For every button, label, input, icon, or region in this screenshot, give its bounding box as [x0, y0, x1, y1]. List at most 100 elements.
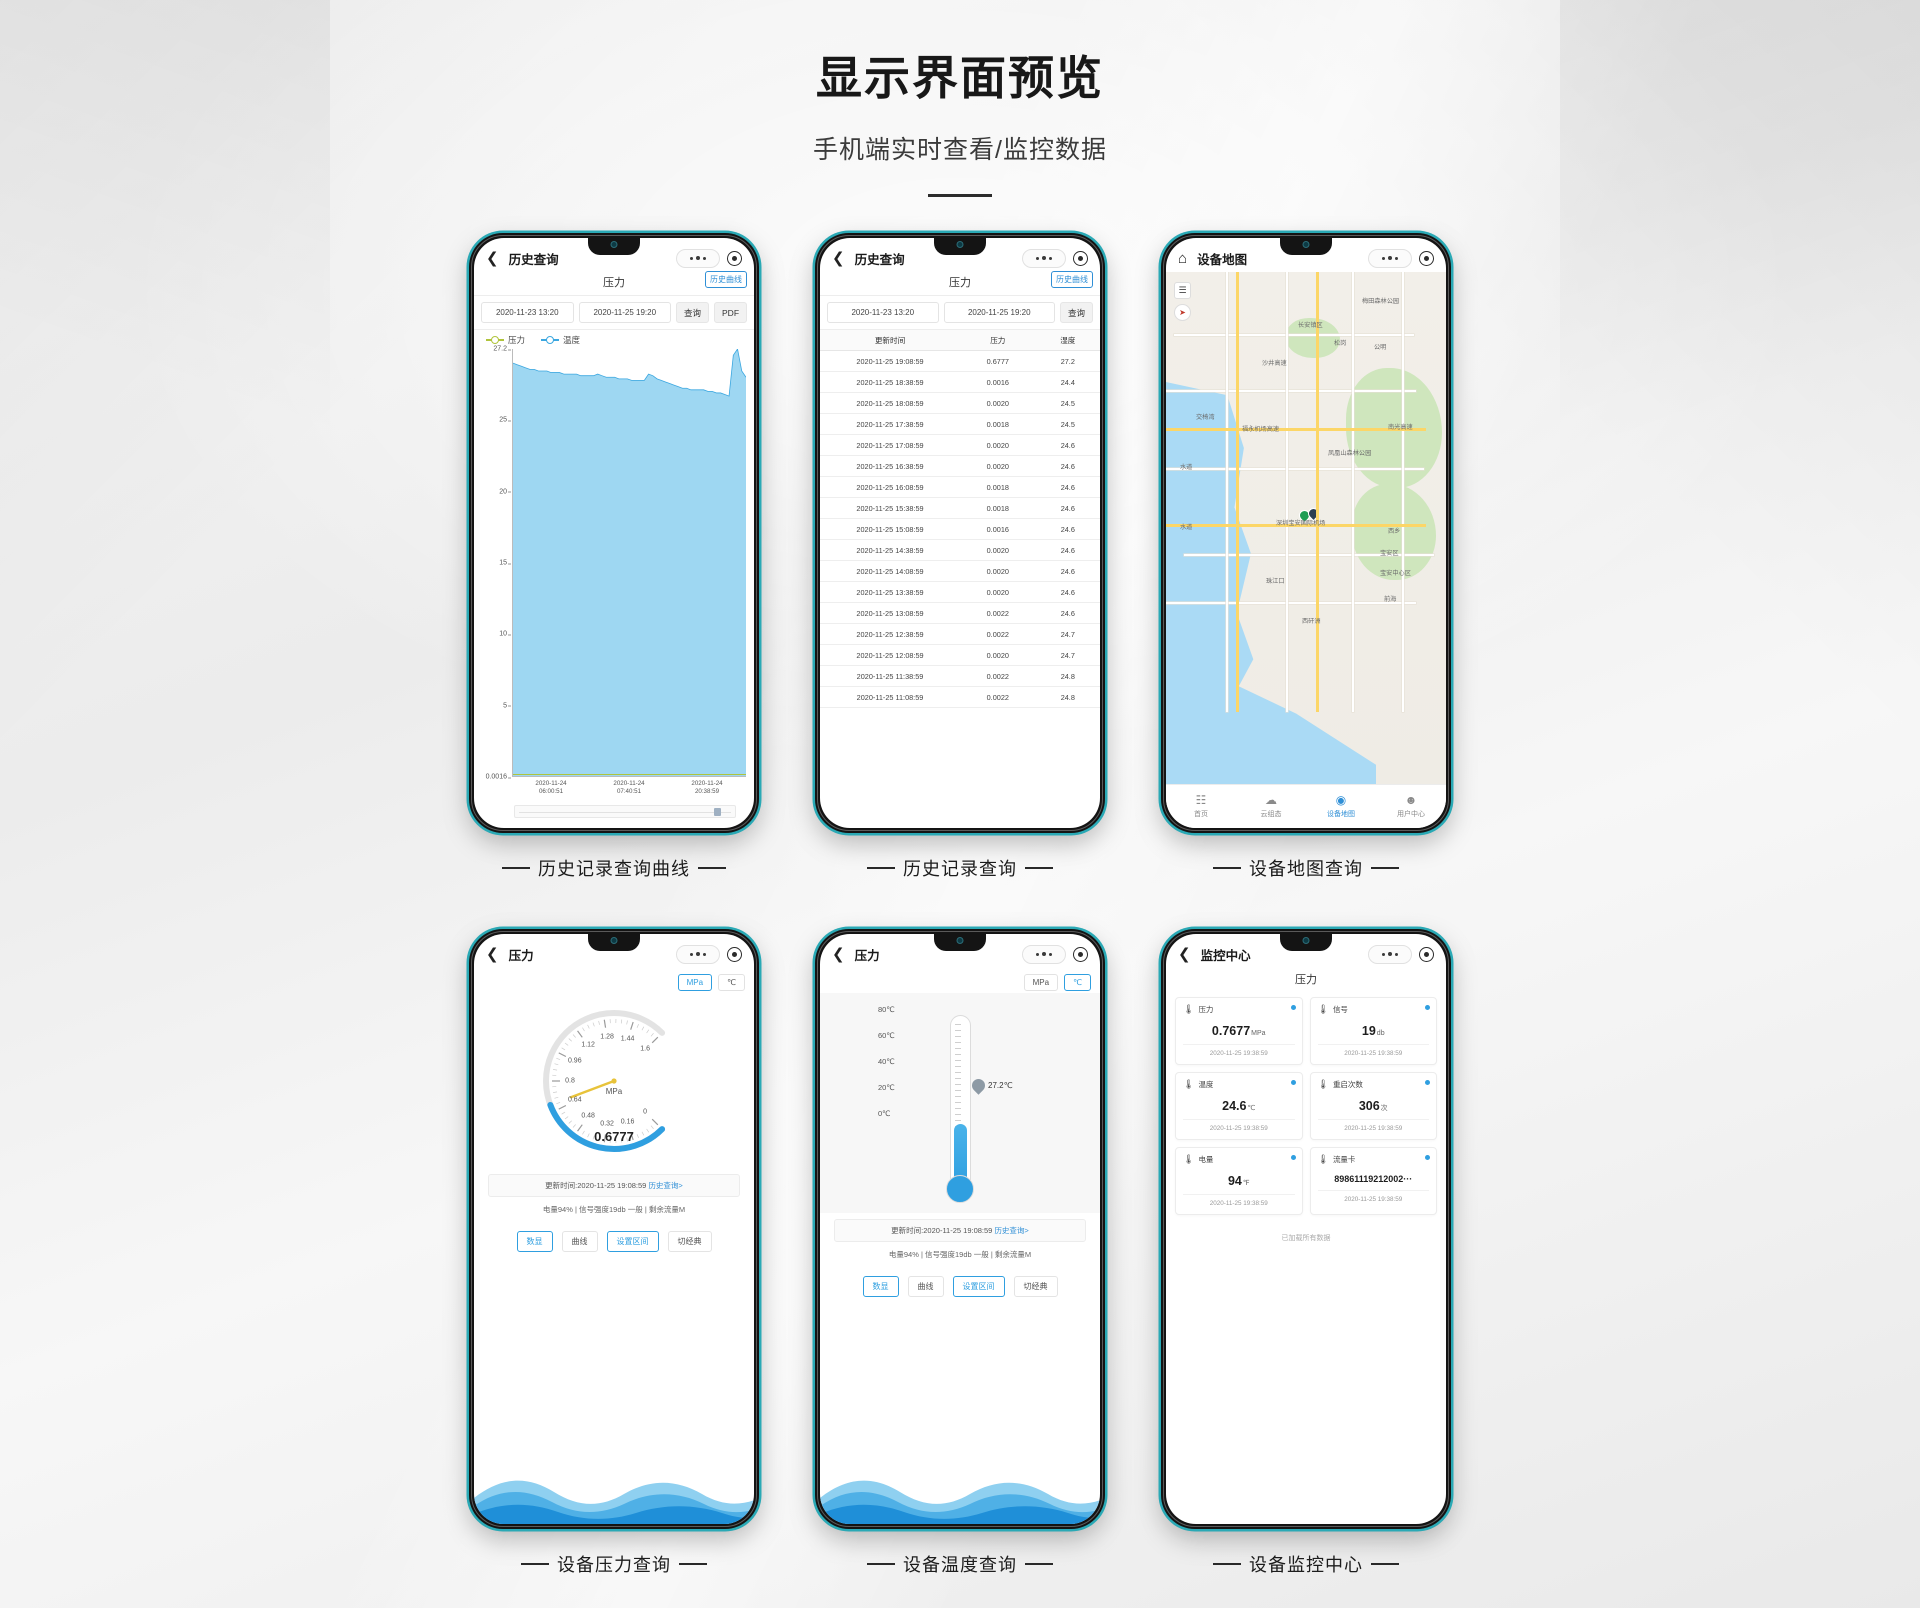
- date-from-input[interactable]: 2020-11-23 13:20: [481, 302, 574, 323]
- close-circle-icon[interactable]: [727, 946, 742, 962]
- monitor-card[interactable]: 🌡 温度 24.6℃ 2020-11-25 19:38:59: [1175, 1072, 1303, 1140]
- more-icon[interactable]: [1368, 248, 1412, 268]
- back-icon[interactable]: ❮: [832, 947, 845, 962]
- device-status-text: 电量94% | 信号强度19db 一般 | 剩余流量M: [888, 1250, 1032, 1259]
- table-row[interactable]: 2020-11-25 16:38:59 0.0020 24.6: [820, 456, 1100, 477]
- mode-digital-button[interactable]: 数显: [862, 1276, 899, 1297]
- table-row[interactable]: 2020-11-25 14:08:59 0.0020 24.6: [820, 561, 1100, 582]
- layers-icon[interactable]: ☰: [1174, 282, 1191, 299]
- close-circle-icon[interactable]: [727, 250, 742, 266]
- table-row[interactable]: 2020-11-25 15:38:59 0.0018 24.6: [820, 498, 1100, 519]
- monitor-card[interactable]: 🌡 信号 19db 2020-11-25 19:38:59: [1309, 997, 1437, 1065]
- monitor-card[interactable]: 🌡 电量 94℉ 2020-11-25 19:38:59: [1175, 1147, 1303, 1215]
- legend-temperature[interactable]: 温度: [541, 334, 580, 346]
- thermometer-handle[interactable]: 27.2℃: [969, 1076, 1013, 1095]
- card-header: 🌡 流量卡: [1318, 1154, 1430, 1165]
- monitor-card[interactable]: 🌡 流量卡 89861119212002··· 2020-11-25 19:38:59: [1309, 1147, 1437, 1215]
- thermometer-knob[interactable]: [969, 1076, 988, 1095]
- table-row[interactable]: 2020-11-25 16:08:59 0.0018 24.6: [820, 477, 1100, 498]
- table-cell: 2020-11-25 18:38:59: [856, 377, 924, 387]
- pdf-button[interactable]: PDF: [714, 302, 748, 323]
- chart-scrollbar[interactable]: [514, 805, 736, 818]
- phone-caption: 历史记录查询: [867, 855, 1053, 881]
- close-circle-icon[interactable]: [1419, 946, 1434, 962]
- tab-设备地图[interactable]: ◉ 设备地图: [1306, 794, 1376, 819]
- table-row[interactable]: 2020-11-25 17:38:59 0.0018 24.5: [820, 414, 1100, 435]
- thermometer-bulb: [946, 1175, 974, 1203]
- phone-frame: ❮ 历史查询 压力 历史曲线 2020-11-23 13:20 2020-11-…: [815, 233, 1105, 833]
- mode-digital-button[interactable]: 数显: [516, 1231, 553, 1252]
- back-icon[interactable]: ❮: [486, 251, 499, 266]
- table-cell: 2020-11-25 14:38:59: [856, 545, 924, 555]
- date-to-input[interactable]: 2020-11-25 19:20: [943, 302, 1055, 323]
- close-circle-icon[interactable]: [1073, 946, 1088, 962]
- table-row[interactable]: 2020-11-25 12:38:59 0.0022 24.7: [820, 624, 1100, 645]
- table-cell: 24.6: [1060, 608, 1075, 618]
- unit-mpa-button[interactable]: MPa: [677, 974, 713, 991]
- table-cell: 0.0018: [986, 419, 1009, 429]
- more-icon[interactable]: [1022, 248, 1066, 268]
- unit-celsius-button[interactable]: ℃: [1064, 974, 1091, 991]
- mode-curve-button[interactable]: 曲线: [907, 1276, 944, 1297]
- phone-cell-pressure-gauge: ❮ 压力 MPa ℃ MPa 0.6777 0 0.16 0.32 0.48 0.64 0…: [469, 929, 759, 1577]
- more-icon[interactable]: [676, 248, 720, 268]
- tab-label: 设备地图: [1327, 811, 1355, 818]
- table-row[interactable]: 2020-11-25 11:08:59 0.0022 24.8: [820, 687, 1100, 708]
- phone-caption: 设备压力查询: [521, 1551, 707, 1577]
- more-icon[interactable]: [1368, 944, 1412, 964]
- tab-云组态[interactable]: ☁ 云组态: [1236, 794, 1306, 819]
- history-query-link[interactable]: 历史查询>: [648, 1181, 682, 1190]
- mode-curve-button[interactable]: 曲线: [561, 1231, 598, 1252]
- nav-title: 压力: [508, 948, 534, 963]
- date-from-input[interactable]: 2020-11-23 13:20: [827, 302, 939, 323]
- metric-title: 压力: [603, 277, 625, 289]
- back-icon[interactable]: ❮: [1178, 947, 1191, 962]
- more-icon[interactable]: [1022, 944, 1066, 964]
- phone-cell-device-map: ⌂ 设备地图 ☰ ➤ 梅田森林公园 长安镇区 松岗 公明 沙井高速 交椅湾 福永…: [1161, 233, 1451, 881]
- close-circle-icon[interactable]: [1073, 250, 1088, 266]
- map-label: 西矸洲: [1302, 618, 1321, 625]
- thermometer-tick: [954, 1090, 961, 1091]
- mode-set-range-button[interactable]: 设置区间: [952, 1276, 1005, 1297]
- more-icon[interactable]: [676, 944, 720, 964]
- history-curve-tag[interactable]: 历史曲线: [1051, 271, 1093, 288]
- table-row[interactable]: 2020-11-25 12:08:59 0.0020 24.7: [820, 645, 1100, 666]
- query-button[interactable]: 查询: [1060, 302, 1094, 323]
- table-row[interactable]: 2020-11-25 14:38:59 0.0020 24.6: [820, 540, 1100, 561]
- table-row[interactable]: 2020-11-25 11:38:59 0.0022 24.8: [820, 666, 1100, 687]
- card-unit: ℃: [1247, 1105, 1256, 1112]
- map-label: 宝安区: [1380, 550, 1399, 557]
- unit-celsius-button[interactable]: ℃: [718, 974, 745, 991]
- table-row[interactable]: 2020-11-25 19:08:59 0.6777 27.2: [820, 351, 1100, 372]
- mode-set-range-button[interactable]: 设置区间: [606, 1231, 659, 1252]
- monitor-card[interactable]: 🌡 重启次数 306次 2020-11-25 19:38:59: [1309, 1072, 1437, 1140]
- table-row[interactable]: 2020-11-25 15:08:59 0.0016 24.6: [820, 519, 1100, 540]
- table-row[interactable]: 2020-11-25 18:08:59 0.0020 24.5: [820, 393, 1100, 414]
- map-canvas[interactable]: ☰ ➤ 梅田森林公园 长安镇区 松岗 公明 沙井高速 交椅湾 福永机场高速 凤凰山森林公园 南光…: [1166, 272, 1446, 784]
- back-icon[interactable]: ❮: [832, 251, 845, 266]
- tab-用户中心[interactable]: ☻ 用户中心: [1376, 794, 1446, 819]
- page-subtitle: 手机端实时查看/监控数据: [813, 136, 1107, 164]
- table-row[interactable]: 2020-11-25 13:38:59 0.0020 24.6: [820, 582, 1100, 603]
- mode-classic-button[interactable]: 切经典: [1013, 1276, 1058, 1297]
- card-unit: MPa: [1251, 1030, 1266, 1037]
- compass-icon[interactable]: ➤: [1174, 304, 1191, 321]
- table-row[interactable]: 2020-11-25 18:38:59 0.0016 24.4: [820, 372, 1100, 393]
- home-icon[interactable]: ⌂: [1178, 251, 1187, 266]
- gauge-tick-label: 0.32: [600, 1120, 614, 1128]
- mode-classic-button[interactable]: 切经典: [667, 1231, 712, 1252]
- table-cell: 2020-11-25 11:08:59: [856, 692, 924, 702]
- date-to-input[interactable]: 2020-11-25 19:20: [578, 302, 671, 323]
- tab-首页[interactable]: ☷ 首页: [1166, 794, 1236, 819]
- history-query-link[interactable]: 历史查询>: [994, 1226, 1028, 1235]
- table-row[interactable]: 2020-11-25 13:08:59 0.0022 24.6: [820, 603, 1100, 624]
- scrollbar-thumb[interactable]: [714, 808, 721, 816]
- monitor-card[interactable]: 🌡 压力 0.7677MPa 2020-11-25 19:38:59: [1175, 997, 1303, 1065]
- legend-pressure[interactable]: 压力: [486, 334, 525, 346]
- history-curve-tag[interactable]: 历史曲线: [705, 271, 747, 288]
- unit-mpa-button[interactable]: MPa: [1023, 974, 1059, 991]
- table-row[interactable]: 2020-11-25 17:08:59 0.0020 24.6: [820, 435, 1100, 456]
- query-button[interactable]: 查询: [676, 302, 710, 323]
- close-circle-icon[interactable]: [1419, 250, 1434, 266]
- back-icon[interactable]: ❮: [486, 947, 499, 962]
